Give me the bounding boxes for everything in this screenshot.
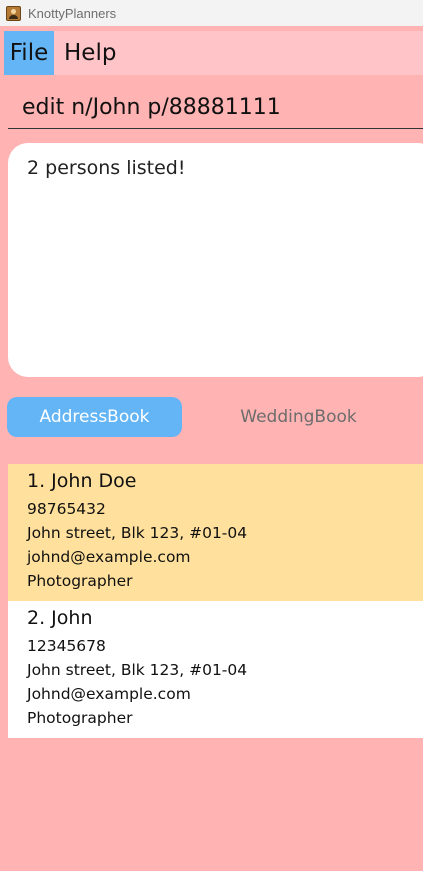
command-box[interactable]	[8, 86, 423, 129]
menu-help[interactable]: Help	[54, 31, 126, 75]
person-name: 1. John Doe	[27, 470, 137, 492]
person-job: Photographer	[27, 572, 133, 590]
person-phone: 98765432	[27, 500, 106, 518]
menu-bar: File Help	[4, 31, 423, 75]
title-bar: KnottyPlanners	[0, 0, 423, 26]
person-address: John street, Blk 123, #01-04	[27, 524, 248, 542]
contacts-app-icon	[6, 5, 21, 21]
result-message: 2 persons listed!	[27, 157, 186, 179]
person-job: Photographer	[27, 709, 133, 727]
person-email: johnd@example.com	[27, 548, 191, 566]
menu-file[interactable]: File	[4, 31, 54, 75]
person-card[interactable]: 1. John Doe 98765432 John street, Blk 12…	[8, 464, 423, 601]
tab-weddingbook[interactable]: WeddingBook	[211, 397, 386, 437]
person-name: 2. John	[27, 607, 93, 629]
result-display: 2 persons listed!	[8, 143, 423, 377]
tab-addressbook[interactable]: AddressBook	[7, 397, 182, 437]
person-phone: 12345678	[27, 637, 106, 655]
person-address: John street, Blk 123, #01-04	[27, 661, 248, 679]
command-input[interactable]	[8, 93, 423, 121]
person-email: Johnd@example.com	[27, 685, 191, 703]
window-title: KnottyPlanners	[28, 5, 117, 21]
person-card[interactable]: 2. John 12345678 John street, Blk 123, #…	[8, 601, 423, 738]
person-list: 1. John Doe 98765432 John street, Blk 12…	[8, 464, 423, 738]
